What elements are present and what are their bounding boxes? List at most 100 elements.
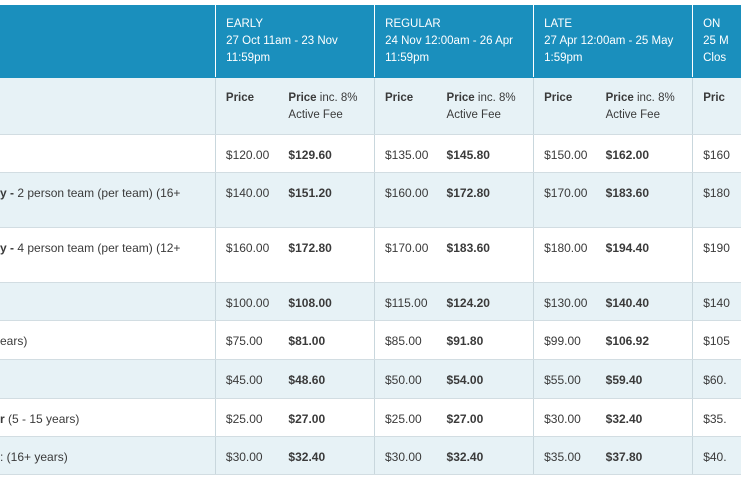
row-description: r (5 - 15 years)	[0, 412, 80, 426]
table-row: y - 4 person team (per team) (12+ $160.0…	[0, 228, 741, 283]
row-description	[0, 283, 215, 320]
row-description: y - 2 person team (per team) (16+	[0, 186, 181, 200]
price-cell: $30.00	[214, 437, 279, 474]
price-cell: $99.00	[533, 321, 596, 359]
period-header-regular: REGULAR 24 Nov 12:00am - 26 Apr 11:59pm	[374, 5, 533, 77]
price-inc-fee-cell: $172.80	[288, 241, 332, 255]
price-inc-fee-cell: $48.60	[288, 373, 326, 387]
period-name: LATE	[544, 18, 573, 30]
price-cell: $25.00	[374, 399, 437, 436]
price-inc-fee-cell: $124.20	[446, 296, 490, 310]
period-dates-cont: 11:59pm	[226, 52, 271, 64]
price-cell: $60.	[692, 360, 741, 398]
price-inc-fee-cell: $27.00	[446, 412, 484, 426]
period-dates-cont: 1:59pm	[544, 52, 583, 64]
pricing-table: EARLY 27 Oct 11am - 23 Nov 11:59pm REGUL…	[0, 5, 741, 475]
subheader-blank-cell	[0, 78, 215, 134]
price-inc-fee-cell: $183.60	[605, 186, 650, 200]
price-cell: $40.	[692, 437, 741, 474]
row-description	[0, 360, 215, 398]
period-name: EARLY	[226, 18, 264, 30]
period-dates-cont: Clos	[703, 52, 727, 64]
price-cell: $180	[692, 173, 741, 227]
subheader-price-partial: Pric	[692, 78, 741, 134]
price-cell: $135.00	[374, 135, 437, 172]
price-cell: $170.00	[533, 173, 596, 227]
table-row: : (16+ years) $30.00 $32.40 $30.00 $32.4…	[0, 437, 741, 475]
price-cell: $35.00	[533, 437, 596, 474]
subheader-price: Price	[533, 78, 596, 134]
price-inc-fee-cell: $32.40	[446, 450, 484, 464]
price-cell: $100.00	[214, 283, 279, 320]
row-description: : (16+ years)	[0, 450, 68, 464]
period-name: REGULAR	[385, 18, 441, 30]
price-cell: $160.00	[214, 228, 279, 282]
price-inc-fee-cell: $140.40	[605, 296, 650, 310]
period-dates-cont: 11:59pm	[385, 52, 430, 64]
price-inc-fee-cell: $32.40	[288, 450, 326, 464]
price-inc-fee-cell: $145.80	[446, 148, 490, 162]
price-cell: $150.00	[533, 135, 596, 172]
subheader-price-inc: Price inc. 8% Active Fee	[288, 92, 358, 121]
row-description: ears)	[0, 334, 28, 348]
period-header-late: LATE 27 Apr 12:00am - 25 May 1:59pm	[533, 5, 692, 77]
period-name: ON	[703, 18, 721, 30]
price-inc-fee-cell: $59.40	[605, 373, 643, 387]
period-dates: 27 Oct 11am - 23 Nov	[226, 35, 338, 47]
subheader-price-inc: Price inc. 8% Active Fee	[446, 92, 516, 121]
price-cell: $30.00	[374, 437, 437, 474]
price-inc-fee-cell: $81.00	[288, 334, 326, 348]
price-inc-fee-cell: $106.92	[605, 334, 650, 348]
price-cell: $115.00	[374, 283, 437, 320]
pricing-table-viewport: EARLY 27 Oct 11am - 23 Nov 11:59pm REGUL…	[0, 0, 741, 486]
price-cell: $45.00	[214, 360, 279, 398]
price-inc-fee-cell: $37.80	[605, 450, 643, 464]
table-row: y - 2 person team (per team) (16+ $140.0…	[0, 173, 741, 228]
table-row: $120.00 $129.60 $135.00 $145.80 $150.00 …	[0, 135, 741, 173]
subheader-price: Price	[374, 78, 437, 134]
price-cell: $160	[692, 135, 741, 172]
price-cell: $25.00	[214, 399, 279, 436]
price-inc-fee-cell: $151.20	[288, 186, 332, 200]
period-header-row: EARLY 27 Oct 11am - 23 Nov 11:59pm REGUL…	[0, 5, 741, 78]
price-inc-fee-cell: $27.00	[288, 412, 326, 426]
price-inc-fee-cell: $108.00	[288, 296, 332, 310]
price-inc-fee-cell: $172.80	[446, 186, 490, 200]
price-cell: $30.00	[533, 399, 596, 436]
table-row: r (5 - 15 years) $25.00 $27.00 $25.00 $2…	[0, 399, 741, 437]
subheader-price: Price	[214, 78, 279, 134]
price-cell: $130.00	[533, 283, 596, 320]
price-cell: $120.00	[214, 135, 279, 172]
price-cell: $55.00	[533, 360, 596, 398]
price-cell: $85.00	[374, 321, 437, 359]
price-inc-fee-cell: $32.40	[605, 412, 643, 426]
price-cell: $160.00	[374, 173, 437, 227]
table-row: $100.00 $108.00 $115.00 $124.20 $130.00 …	[0, 283, 741, 321]
period-dates: 25 M	[703, 35, 729, 47]
row-description: y - 4 person team (per team) (12+	[0, 241, 181, 255]
price-cell: $35.	[692, 399, 741, 436]
price-cell: $190	[692, 228, 741, 282]
period-header-early: EARLY 27 Oct 11am - 23 Nov 11:59pm	[215, 5, 374, 77]
period-dates: 24 Nov 12:00am - 26 Apr	[385, 35, 513, 47]
price-cell: $170.00	[374, 228, 437, 282]
period-dates: 27 Apr 12:00am - 25 May	[544, 35, 674, 47]
price-cell: $105	[692, 321, 741, 359]
price-inc-fee-cell: $162.00	[605, 148, 650, 162]
price-inc-fee-cell: $54.00	[446, 373, 484, 387]
price-cell: $50.00	[374, 360, 437, 398]
row-description	[0, 135, 215, 172]
price-cell: $75.00	[214, 321, 279, 359]
price-inc-fee-cell: $91.80	[446, 334, 484, 348]
table-row: ears) $75.00 $81.00 $85.00 $91.80 $99.00…	[0, 321, 741, 360]
price-subheader-row: Price Price inc. 8% Active Fee Price Pric…	[0, 78, 741, 135]
subheader-price-inc: Price inc. 8% Active Fee	[605, 92, 675, 121]
table-row: $45.00 $48.60 $50.00 $54.00 $55.00 $59.4…	[0, 360, 741, 399]
period-header-on-day: ON 25 M Clos	[692, 5, 741, 77]
price-cell: $180.00	[533, 228, 596, 282]
price-cell: $140	[692, 283, 741, 320]
price-inc-fee-cell: $183.60	[446, 241, 490, 255]
price-cell: $140.00	[214, 173, 279, 227]
price-inc-fee-cell: $194.40	[605, 241, 650, 255]
header-blank-cell	[0, 5, 215, 77]
